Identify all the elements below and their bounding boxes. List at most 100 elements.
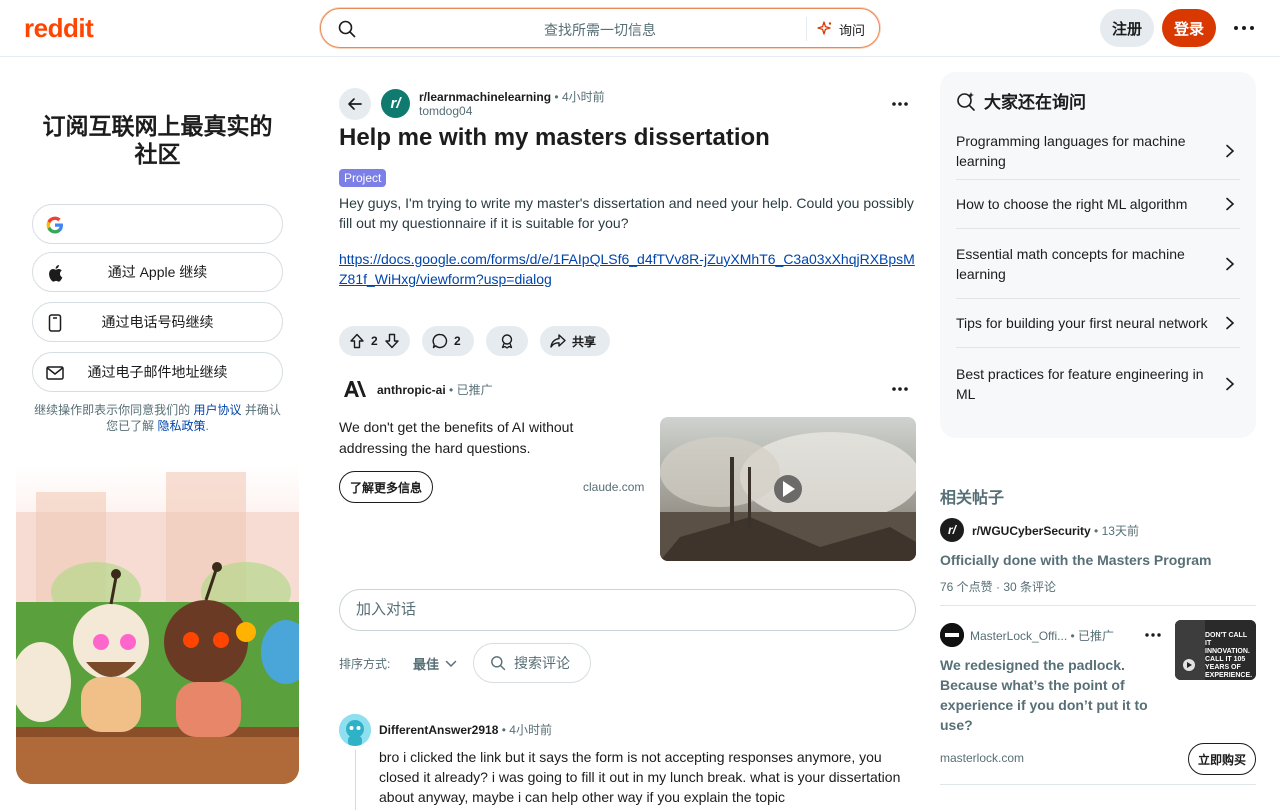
- question-item[interactable]: How to choose the right ML algorithm: [956, 180, 1240, 229]
- question-item[interactable]: Programming languages for machine learni…: [956, 122, 1240, 180]
- legal-prefix: 继续操作即表示你同意我们的: [34, 403, 191, 417]
- post-body: Hey guys, I'm trying to write my master'…: [339, 195, 914, 231]
- share-label: 共享: [572, 334, 597, 349]
- anthropic-logo-icon[interactable]: [343, 380, 367, 398]
- ad-text[interactable]: We don't get the benefits of AI without …: [339, 417, 629, 459]
- signup-button[interactable]: 注册: [1100, 9, 1154, 47]
- chevron-right-icon: [1226, 316, 1235, 330]
- back-button[interactable]: [339, 88, 371, 120]
- question-item[interactable]: Tips for building your first neural netw…: [956, 299, 1240, 348]
- question-text: Best practices for feature engineering i…: [956, 366, 1204, 402]
- comment-meta: DifferentAnswer2918 • 4小时前: [379, 721, 552, 738]
- subreddit-avatar[interactable]: r/: [381, 89, 410, 118]
- question-text: Programming languages for machine learni…: [956, 132, 1186, 169]
- chevron-right-icon: [1226, 257, 1235, 270]
- legal-notice: 继续操作即表示你同意我们的 用户协议 并确认您已了解 隐私政策.: [32, 402, 283, 434]
- search-icon: [491, 656, 506, 671]
- email-signin-label: 通过电子邮件地址继续: [87, 364, 228, 380]
- sparkle-icon: [817, 21, 832, 35]
- post-link[interactable]: https://docs.google.com/forms/d/e/1FAIpQ…: [339, 249, 917, 289]
- search-bar[interactable]: 查找所需一切信息 询问: [320, 8, 880, 48]
- ad2-title[interactable]: We redesigned the padlock. Because what’…: [940, 655, 1162, 735]
- arrow-left-icon: [348, 98, 362, 110]
- signup-title: 订阅互联网上最真实的社区: [42, 113, 273, 167]
- question-text: Essential math concepts for machine lear…: [956, 245, 1185, 282]
- apple-signin-button[interactable]: 通过 Apple 继续: [32, 252, 283, 292]
- award-icon: [501, 334, 513, 349]
- email-signin-button[interactable]: 通过电子邮件地址继续: [32, 352, 283, 392]
- ad2-thumbnail[interactable]: DON'T CALL IT INNOVATION. CALL IT 105 YE…: [1175, 620, 1256, 680]
- award-button[interactable]: [486, 326, 528, 356]
- subreddit-link[interactable]: r/learnmachinelearning: [419, 90, 551, 104]
- more-options-icon[interactable]: [1232, 18, 1256, 38]
- chevron-down-icon: [445, 660, 457, 667]
- join-conversation-input[interactable]: 加入对话: [339, 589, 916, 631]
- related-separator: •: [1094, 524, 1102, 538]
- upvote-icon[interactable]: [349, 333, 365, 349]
- sort-label: 排序方式:: [339, 657, 391, 671]
- ad-separator: •: [449, 383, 457, 397]
- comment-count: 2: [454, 334, 461, 348]
- ad2-promoted: 已推广: [1078, 629, 1115, 643]
- ad2-shop-now-button[interactable]: 立即购买: [1188, 743, 1257, 775]
- apple-icon: [45, 263, 65, 283]
- related-upvotes: 76 个点赞: [940, 580, 993, 594]
- phone-icon: [45, 313, 65, 333]
- question-text: How to choose the right ML algorithm: [956, 196, 1188, 212]
- vote-bar: 2: [339, 326, 410, 356]
- privacy-policy-link[interactable]: 隐私政策: [158, 419, 206, 433]
- related-comments: 30 条评论: [1003, 580, 1057, 594]
- related-post-stats: 76 个点赞 · 30 条评论: [940, 578, 1056, 595]
- post-flair[interactable]: Project: [339, 169, 387, 187]
- ask-button[interactable]: 询问: [817, 17, 865, 41]
- comments-button[interactable]: 2: [422, 326, 474, 356]
- comment-icon: [432, 333, 448, 349]
- related-subreddit[interactable]: r/WGUCyberSecurity: [972, 524, 1091, 538]
- ad-video-thumbnail[interactable]: [660, 417, 916, 561]
- post-author[interactable]: tomdog04: [419, 104, 472, 118]
- apple-signin-label: 通过 Apple 继续: [107, 264, 208, 280]
- user-agreement-link[interactable]: 用户协议: [193, 403, 241, 417]
- post-title: Help me with my masters dissertation: [339, 124, 770, 151]
- question-item[interactable]: Best practices for feature engineering i…: [956, 348, 1240, 420]
- comment-time: 4小时前: [509, 723, 552, 737]
- comment-text: bro i clicked the link but it says the f…: [379, 749, 901, 805]
- google-icon: [45, 215, 65, 235]
- question-item[interactable]: Essential math concepts for machine lear…: [956, 229, 1240, 299]
- related-subreddit-avatar[interactable]: r/: [940, 518, 964, 542]
- ad2-domain[interactable]: masterlock.com: [940, 751, 1024, 765]
- phone-signin-button[interactable]: 通过电话号码继续: [32, 302, 283, 342]
- comment-author[interactable]: DifferentAnswer2918: [379, 723, 498, 737]
- ad2-thumbnail-text: DON'T CALL IT INNOVATION. CALL IT 105 YE…: [1205, 632, 1253, 679]
- phone-signin-label: 通过电话号码继续: [101, 314, 214, 330]
- related-post-title[interactable]: Officially done with the Masters Program: [940, 551, 1250, 569]
- chevron-right-icon: [1226, 377, 1235, 391]
- masterlock-avatar[interactable]: [940, 623, 964, 647]
- ad-more-icon[interactable]: [890, 381, 910, 397]
- chevron-right-icon: [1226, 197, 1235, 211]
- sort-value: 最佳: [413, 657, 440, 672]
- divider: [940, 784, 1256, 785]
- post-time: 4小时前: [561, 90, 605, 104]
- top-header: reddit 查找所需一切信息 询问 注册 登录: [0, 0, 1280, 57]
- signup-panel: 订阅互联网上最真实的社区 通过 Apple 继续 通过电话号码继续 通过电子邮件…: [16, 72, 299, 784]
- search-sparkle-icon: [957, 91, 975, 111]
- snoo-illustration: [16, 472, 299, 784]
- ad-learn-more-button[interactable]: 了解更多信息: [339, 471, 434, 503]
- ad-advertiser[interactable]: anthropic-ai: [377, 383, 446, 397]
- reddit-logo[interactable]: reddit: [24, 13, 94, 44]
- commenter-avatar[interactable]: [339, 714, 371, 746]
- downvote-icon[interactable]: [384, 333, 400, 349]
- share-button[interactable]: 共享: [540, 326, 610, 356]
- login-button[interactable]: 登录: [1162, 9, 1216, 47]
- google-signin-button[interactable]: [32, 204, 283, 244]
- ad2-advertiser[interactable]: MasterLock_Offi...: [970, 629, 1067, 643]
- ad-meta: anthropic-ai • 已推广: [377, 381, 493, 398]
- search-comments-input[interactable]: 搜索评论: [473, 643, 591, 683]
- people-also-ask-label: 大家还在询问: [984, 93, 1086, 112]
- ad-domain[interactable]: claude.com: [583, 480, 644, 494]
- post-more-icon[interactable]: [890, 96, 910, 112]
- sort-dropdown[interactable]: 最佳: [413, 654, 457, 673]
- ad2-more-icon[interactable]: [1144, 628, 1162, 642]
- comment-thread-line[interactable]: [355, 750, 356, 810]
